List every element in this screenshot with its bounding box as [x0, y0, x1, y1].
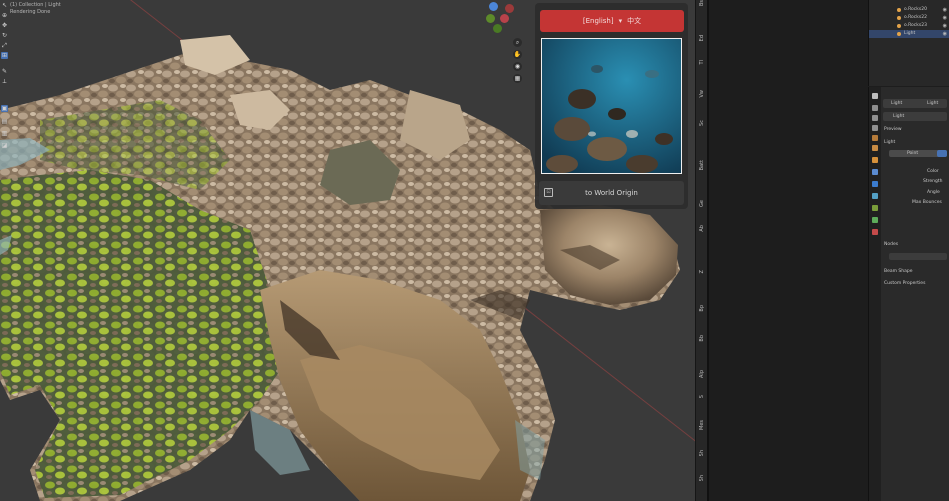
modifier-tab-icon[interactable]	[872, 169, 878, 175]
object-type-icon	[897, 16, 901, 20]
scale-tool-icon[interactable]: ⤢	[1, 42, 8, 49]
viewport-info: (1) Collection | Light Rendering Done	[10, 2, 61, 16]
outliner-row[interactable]: o.Rocks23 ◉	[869, 22, 949, 30]
properties-panel: Light Light Light Preview Light Point Co…	[868, 87, 949, 501]
preview-thumbnail	[542, 39, 681, 173]
light-type-active[interactable]	[937, 150, 947, 157]
to-world-origin-button[interactable]: ⊡ to World Origin	[539, 181, 684, 205]
water-rocks-preview-image[interactable]	[541, 38, 682, 174]
transform-tool-icon[interactable]: ⊞	[1, 52, 8, 59]
origin-icon: ⊡	[544, 188, 553, 197]
language-chinese-label: 中文	[627, 17, 642, 25]
field-max-bounces-label: Max Bounces	[912, 200, 942, 205]
field-color-label: Color	[927, 169, 939, 174]
bevel-tool-icon[interactable]: ◪	[1, 142, 8, 149]
pan-hand-icon[interactable]: ✋	[513, 50, 522, 59]
select-tool-icon[interactable]: ↖	[1, 2, 8, 9]
language-english-label: [English]	[582, 17, 614, 25]
rotate-tool-icon[interactable]: ↻	[1, 32, 8, 39]
3d-viewport[interactable]: (1) Collection | Light Rendering Done ↖ …	[0, 0, 695, 501]
outliner-row[interactable]: Light ◉	[869, 30, 949, 38]
x-axis-icon[interactable]	[500, 14, 509, 23]
cursor-tool-icon[interactable]: ⊕	[1, 12, 8, 19]
zoom-icon[interactable]: ⌕	[513, 38, 522, 47]
properties-tabs	[869, 87, 881, 501]
visibility-eye-icon[interactable]: ◉	[943, 30, 947, 38]
y-axis-icon[interactable]	[486, 14, 495, 23]
output-tab-icon[interactable]	[872, 115, 878, 121]
object-type-icon	[897, 32, 901, 36]
object-name-value: Light	[893, 114, 905, 119]
object-type-icon	[897, 24, 901, 28]
particles-tab-icon[interactable]	[872, 181, 878, 187]
light-section-header[interactable]: Light	[884, 140, 895, 145]
visibility-eye-icon[interactable]: ◉	[943, 22, 947, 30]
nodes-field[interactable]	[889, 253, 947, 260]
y-axis-neg-icon[interactable]	[493, 24, 502, 33]
outliner-panel: o.Rocks20 ◉ o.Rocks22 ◉ o.Rocks23 ◉ Light ◉	[868, 0, 949, 86]
texture-tab-icon[interactable]	[872, 229, 878, 235]
view-layer-tab-icon[interactable]	[872, 125, 878, 131]
move-tool-icon[interactable]: ✥	[1, 22, 8, 29]
inset-tool-icon[interactable]: ▥	[1, 130, 8, 137]
world-origin-label: to World Origin	[585, 189, 638, 197]
properties-header-left: Light	[891, 101, 903, 106]
custom-properties-section-header[interactable]: Custom Properties	[884, 281, 925, 286]
extrude-tool-icon[interactable]: ▤	[1, 118, 8, 125]
world-tab-icon[interactable]	[872, 145, 878, 151]
viewport-render-status: Rendering Done	[10, 9, 51, 15]
outliner-row[interactable]: o.Rocks20 ◉	[869, 6, 949, 14]
addon-panel: [English] ▾ 中文 ⊡ to World Origin	[535, 3, 688, 209]
annotate-tool-icon[interactable]: ✎	[1, 68, 8, 75]
object-type-icon	[897, 8, 901, 12]
object-tab-icon[interactable]	[872, 157, 878, 163]
grid-view-icon[interactable]: ▦	[513, 74, 522, 83]
navigation-gizmo[interactable]	[483, 0, 523, 34]
physics-tab-icon[interactable]	[872, 193, 878, 199]
tool-shelf: ↖ ⊕ ✥ ↻ ⤢ ⊞ ✎ ⟂ ▣ ▤ ▥ ◪	[0, 0, 9, 160]
light-data-tab-icon[interactable]	[872, 217, 878, 223]
outliner-row[interactable]: o.Rocks22 ◉	[869, 14, 949, 22]
visibility-eye-icon[interactable]: ◉	[943, 6, 947, 14]
add-cube-tool-icon[interactable]: ▣	[1, 105, 8, 112]
preview-section-header[interactable]: Preview	[884, 127, 902, 132]
beam-shape-section-header[interactable]: Beam Shape	[884, 269, 913, 274]
empty-editor-area	[707, 0, 867, 501]
dropdown-arrow-icon: ▾	[618, 17, 623, 25]
field-angle-label: Angle	[927, 190, 940, 195]
scene-tab-icon[interactable]	[872, 135, 878, 141]
light-type-value: Point	[907, 151, 919, 156]
properties-header-right: Light	[927, 101, 939, 106]
z-axis-icon[interactable]	[489, 2, 498, 11]
language-toggle-button[interactable]: [English] ▾ 中文	[540, 10, 684, 32]
constraints-tab-icon[interactable]	[872, 205, 878, 211]
measure-tool-icon[interactable]: ⟂	[1, 78, 8, 85]
x-axis-neg-icon[interactable]	[505, 4, 514, 13]
outliner-row-label: Light	[904, 31, 916, 36]
sidebar-tab-strip: Bs Ed Tl Vw Sc Batt Ge Ab Z Bp Bb Alp S Mes Sh Sh	[695, 0, 707, 501]
tool-tab-icon[interactable]	[872, 93, 878, 99]
viewport-collection-text: (1) Collection | Light	[10, 2, 61, 8]
camera-view-icon[interactable]: ◉	[513, 62, 522, 71]
visibility-eye-icon[interactable]: ◉	[943, 14, 947, 22]
nodes-section-header[interactable]: Nodes	[884, 242, 898, 247]
render-tab-icon[interactable]	[872, 105, 878, 111]
field-strength-label: Strength	[923, 179, 943, 184]
